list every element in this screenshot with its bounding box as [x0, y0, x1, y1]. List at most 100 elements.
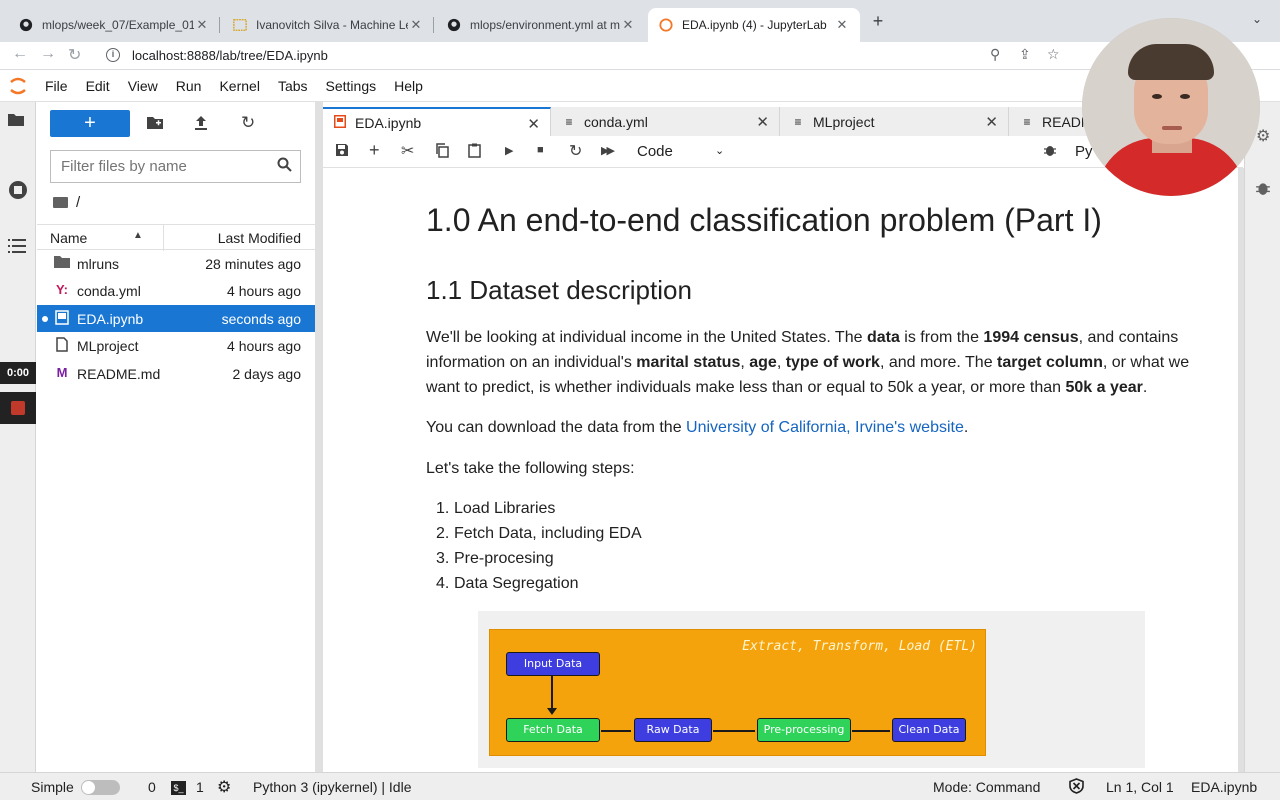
debugger-bug-icon[interactable] — [1043, 143, 1057, 160]
filter-files-input[interactable]: Filter files by name — [50, 150, 301, 183]
text: . — [1142, 379, 1148, 396]
site-info-icon[interactable]: i — [106, 48, 120, 62]
zoom-icon[interactable]: ⚲ — [990, 46, 1000, 63]
back-arrow-icon[interactable]: ← — [12, 45, 28, 63]
bookmark-star-icon[interactable]: ☆ — [1047, 46, 1060, 63]
running-kernels-icon[interactable] — [8, 180, 28, 205]
insert-cell-icon[interactable]: + — [369, 140, 380, 161]
table-of-contents-icon[interactable] — [8, 238, 26, 259]
restart-kernel-icon[interactable]: ↻ — [569, 141, 582, 161]
menu-help[interactable]: Help — [385, 78, 432, 94]
cell-type-select[interactable]: Code ⌄ — [637, 143, 724, 160]
text: , and more. The — [879, 354, 998, 371]
close-icon[interactable]: ✕ — [527, 115, 540, 133]
close-tab-icon[interactable]: ✕ — [834, 17, 850, 33]
menu-view[interactable]: View — [119, 78, 167, 94]
new-folder-icon[interactable] — [147, 115, 163, 133]
file-row-mlruns[interactable]: mlruns 28 minutes ago — [37, 250, 315, 277]
browser-tab-active[interactable]: EDA.ipynb (4) - JupyterLab ✕ — [648, 8, 860, 42]
copy-icon[interactable] — [435, 143, 449, 161]
kernel-status[interactable]: Python 3 (ipykernel) | Idle — [253, 779, 412, 795]
file-name: mlruns — [77, 256, 120, 272]
tab-separator — [433, 17, 434, 33]
presenter-mouth — [1162, 126, 1182, 130]
file-browser-panel: + ↻ Filter files by name / Name ▲ Last M… — [37, 102, 315, 772]
trusted-shield-icon[interactable] — [1069, 778, 1084, 797]
share-icon[interactable]: ⇪ — [1019, 46, 1031, 63]
browser-tab-title: mlops/week_07/Example_01 at — [42, 18, 194, 32]
menu-settings[interactable]: Settings — [317, 78, 386, 94]
tab-conda-yml[interactable]: ≡ conda.yml ✕ — [552, 107, 780, 136]
close-tab-icon[interactable]: ✕ — [620, 17, 636, 33]
notebook-content[interactable]: 1.0 An end-to-end classification problem… — [323, 168, 1239, 768]
etl-arrowhead — [547, 708, 557, 715]
restart-run-all-icon[interactable]: ▶▶ — [601, 144, 615, 157]
running-kernels-count[interactable]: 1 — [196, 779, 204, 795]
stop-recording-button[interactable] — [0, 392, 36, 424]
file-name: conda.yml — [77, 283, 141, 299]
browser-tab[interactable]: mlops/week_07/Example_01 at ✕ — [8, 8, 220, 42]
menu-run[interactable]: Run — [167, 78, 211, 94]
list-item-text: Load Libraries — [454, 500, 556, 517]
menu-edit[interactable]: Edit — [77, 78, 119, 94]
text: , — [776, 354, 786, 371]
uci-website-link[interactable]: University of California, Irvine's websi… — [686, 419, 964, 436]
browser-tab[interactable]: Ivanovitch Silva - Machine Lear ✕ — [222, 8, 434, 42]
search-icon — [277, 157, 292, 176]
new-launcher-button[interactable]: + — [50, 110, 130, 137]
list-item: 4. Data Segregation — [436, 571, 642, 596]
breadcrumb-path[interactable]: / — [76, 194, 80, 211]
new-tab-icon[interactable]: + — [868, 11, 888, 32]
text: is from the — [899, 329, 984, 346]
bold-text: marital status — [636, 354, 741, 371]
paste-icon[interactable] — [468, 143, 481, 161]
browser-tab-title: Ivanovitch Silva - Machine Lear — [256, 18, 408, 32]
file-row-conda-yml[interactable]: Y: conda.yml 4 hours ago — [37, 277, 315, 304]
etl-arrow — [551, 676, 553, 712]
simple-mode-toggle[interactable] — [81, 780, 120, 795]
file-row-readme-md[interactable]: M README.md 2 days ago — [37, 360, 315, 387]
tab-eda-ipynb[interactable]: EDA.ipynb ✕ — [323, 107, 551, 136]
menu-kernel[interactable]: Kernel — [210, 78, 268, 94]
refresh-icon[interactable]: ↻ — [241, 113, 255, 133]
column-last-modified-header[interactable]: Last Modified — [218, 230, 301, 246]
url-text: localhost:8888/lab/tree/EDA.ipynb — [132, 47, 328, 63]
reload-icon[interactable]: ↻ — [68, 45, 81, 65]
forward-arrow-icon[interactable]: → — [40, 45, 56, 63]
text: You can download the data from the — [426, 419, 687, 436]
cut-icon[interactable]: ✂ — [401, 141, 414, 161]
sort-ascending-icon[interactable]: ▲ — [133, 230, 143, 241]
record-stop-icon — [11, 401, 25, 415]
column-name-header[interactable]: Name — [50, 230, 87, 246]
menu-file[interactable]: File — [36, 78, 77, 94]
interrupt-kernel-icon[interactable]: ■ — [537, 144, 544, 156]
file-row-mlproject[interactable]: MLproject 4 hours ago — [37, 332, 315, 359]
close-icon[interactable]: ✕ — [756, 113, 769, 131]
file-row-eda-ipynb[interactable]: EDA.ipynb seconds ago — [37, 305, 315, 332]
save-icon[interactable] — [335, 143, 349, 160]
simple-mode-label: Simple — [31, 779, 74, 795]
run-cell-icon[interactable]: ▶ — [505, 144, 513, 157]
text: . — [963, 419, 969, 436]
close-tab-icon[interactable]: ✕ — [408, 17, 424, 33]
cursor-position[interactable]: Ln 1, Col 1 — [1106, 779, 1174, 795]
breadcrumb[interactable]: / — [53, 194, 80, 211]
close-tab-icon[interactable]: ✕ — [194, 17, 210, 33]
etl-box-raw-data: Raw Data — [634, 718, 712, 742]
jupyter-icon — [658, 17, 674, 33]
text-file-icon: ≡ — [794, 114, 802, 129]
browser-tab-title: mlops/environment.yml at main — [470, 18, 620, 32]
tab-mlproject[interactable]: ≡ MLproject ✕ — [781, 107, 1009, 136]
upload-icon[interactable] — [194, 115, 208, 135]
text: , — [740, 354, 750, 371]
presenter-hair — [1128, 44, 1214, 80]
address-bar[interactable]: i localhost:8888/lab/tree/EDA.ipynb — [100, 42, 1080, 68]
folder-icon[interactable] — [8, 112, 24, 131]
browser-tab[interactable]: mlops/environment.yml at main ✕ — [436, 8, 646, 42]
close-icon[interactable]: ✕ — [985, 113, 998, 131]
panel-splitter[interactable] — [315, 102, 323, 772]
running-terminals-count[interactable]: 0 — [148, 779, 156, 795]
left-sidebar: 0:00 — [0, 102, 36, 772]
menu-tabs[interactable]: Tabs — [269, 78, 317, 94]
file-modified: 28 minutes ago — [205, 256, 301, 272]
